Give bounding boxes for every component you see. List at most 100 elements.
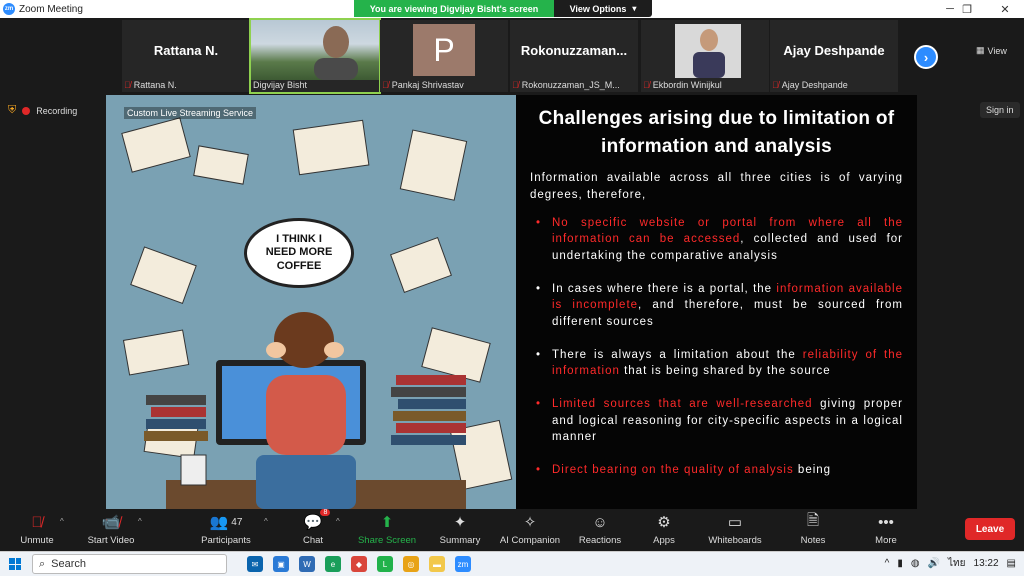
ai-companion-button[interactable]: ✧ AI Companion <box>496 511 564 551</box>
slide-intro: Information available across all three c… <box>530 172 903 202</box>
folder-app-icon[interactable]: ▬ <box>429 556 445 572</box>
window-title: Zoom Meeting <box>19 3 83 15</box>
mic-muted-icon: 🎙̸ <box>512 80 519 90</box>
start-video-button[interactable]: 📹̸ Start Video <box>82 511 140 551</box>
zoom-logo-icon: zm <box>3 3 15 15</box>
participants-label: Participants <box>201 535 251 546</box>
more-button[interactable]: ••• More <box>870 511 902 551</box>
chat-caret-icon[interactable]: ^ <box>336 517 340 526</box>
mail-app-icon[interactable]: ✉ <box>247 556 263 572</box>
close-button[interactable]: ✕ <box>990 0 1020 18</box>
view-layout-button[interactable]: ▦ View <box>976 45 1007 56</box>
participant-display-name: Ajay Deshpande <box>783 42 885 58</box>
volume-icon[interactable]: 🔊 <box>928 558 940 569</box>
slide-text-panel: Challenges arising due to limitation of … <box>516 95 917 509</box>
participants-caret-icon[interactable]: ^ <box>264 517 268 526</box>
summary-button[interactable]: ✦ Summary <box>436 511 484 551</box>
clock-time[interactable]: 13:22 <box>974 558 999 569</box>
audio-options-caret-icon[interactable]: ^ <box>60 517 64 526</box>
participant-name: Ekbordin Winijkul <box>652 80 722 90</box>
bullet-text: being <box>793 463 832 476</box>
participant-tile[interactable]: P 🎙̸ Pankaj Shrivastav <box>380 20 508 92</box>
chevron-down-icon: ▾ <box>632 4 637 13</box>
zoom-taskbar-icon[interactable]: zm <box>455 556 471 572</box>
participant-video <box>641 20 769 80</box>
slide-bullet: There is always a limitation about the r… <box>530 347 903 380</box>
ai-companion-label: AI Companion <box>499 535 561 546</box>
slide-bullet: No specific website or portal from where… <box>530 215 903 265</box>
more-label: More <box>875 535 897 546</box>
participants-button[interactable]: 👥 47 Participants <box>196 511 256 551</box>
sign-in-button[interactable]: Sign in <box>980 102 1020 118</box>
taskbar-search-box[interactable]: ⌕ Search <box>32 554 227 574</box>
participant-video <box>251 20 379 80</box>
mic-muted-icon: 🎙̸ <box>382 80 389 90</box>
windows-start-icon[interactable] <box>4 553 26 575</box>
participant-tile[interactable]: 🎙̸ Ekbordin Winijkul <box>641 20 769 92</box>
slide-bullet: Direct bearing on the quality of analysi… <box>530 462 903 479</box>
notes-icon: 🗎 <box>806 511 820 529</box>
participant-strip: Rattana N. 🎙̸ Rattana N. Digvijay Bisht P… <box>0 18 1024 94</box>
bubble-line-1: I THINK I <box>276 233 322 246</box>
recording-indicator[interactable]: ⛨ Recording <box>8 104 77 117</box>
chat-icon: 💬 8 <box>304 509 331 533</box>
notification-icon[interactable]: ▤ <box>1007 558 1016 569</box>
video-options-caret-icon[interactable]: ^ <box>138 517 142 526</box>
more-dots-icon: ••• <box>878 513 894 531</box>
reactions-button[interactable]: ☺ Reactions <box>576 511 624 551</box>
input-language[interactable]: ไทย <box>948 556 965 571</box>
apps-label: Apps <box>653 535 675 546</box>
chat-button[interactable]: 💬 8 Chat <box>298 509 331 551</box>
participant-display-name: Rokonuzzaman... <box>520 42 628 58</box>
viewing-screen-banner: You are viewing Digvijay Bisht's screen <box>354 0 554 17</box>
word-app-icon[interactable]: W <box>299 556 315 572</box>
video-off-icon: 📹̸ <box>101 514 121 531</box>
apps-button[interactable]: ⚙ Apps <box>648 511 680 551</box>
view-options-button[interactable]: View Options ▾ <box>554 0 652 17</box>
watermark-text: Custom Live Streaming Service <box>124 107 257 119</box>
whiteboards-button[interactable]: ▭ Whiteboards <box>704 511 766 551</box>
bullet-text: In cases where there is a portal, the <box>552 282 777 295</box>
slide-bullet: In cases where there is a portal, the in… <box>530 281 903 331</box>
notes-button[interactable]: 🗎 Notes <box>796 511 830 551</box>
restore-button[interactable]: ❐ <box>952 0 982 18</box>
edge-app-icon[interactable]: e <box>325 556 341 572</box>
start-video-label: Start Video <box>87 535 135 546</box>
share-screen-label: Share Screen <box>357 535 417 546</box>
next-page-arrow-icon[interactable]: › <box>914 45 938 69</box>
shield-icon: ⛨ <box>8 104 17 116</box>
participants-count: 47 <box>231 516 243 528</box>
participant-tile[interactable]: Ajay Deshpande 🎙̸ Ajay Deshpande <box>770 20 898 92</box>
cartoon-illustration <box>106 95 516 509</box>
battery-icon[interactable]: ▮ <box>897 558 903 569</box>
mic-muted-icon: 🎙̸ <box>643 80 650 90</box>
view-layout-label: View <box>987 45 1007 56</box>
participant-tile[interactable]: Rattana N. 🎙̸ Rattana N. <box>122 20 250 92</box>
mic-muted-icon: 🎙̸ <box>124 80 131 90</box>
mic-muted-icon: 🎙̸ <box>31 513 43 531</box>
leave-button[interactable]: Leave <box>965 518 1015 540</box>
meeting-toolbar: 🎙̸ Unmute ^ 📹̸ Start Video ^ 👥 47 Partici… <box>0 509 1024 551</box>
share-screen-icon: ⬆ <box>380 514 394 531</box>
participant-name: Digvijay Bisht <box>253 80 308 90</box>
shared-screen: Custom Live Streaming Service I THINK I … <box>106 95 917 509</box>
windows-taskbar: ⌕ Search ✉ ▣ W e ◆ L ◎ ▬ zm ^ ▮ ◍ 🔊 ไทย … <box>0 551 1024 576</box>
speech-bubble: I THINK I NEED MORE COFFEE <box>244 218 354 288</box>
participants-icon: 👥 <box>209 514 229 531</box>
grid-icon: ▦ <box>976 45 985 55</box>
chrome-app-icon[interactable]: ◎ <box>403 556 419 572</box>
chevron-up-icon[interactable]: ^ <box>885 558 890 569</box>
summary-label: Summary <box>439 535 481 546</box>
unmute-button[interactable]: 🎙̸ Unmute <box>14 511 60 551</box>
files-app-icon[interactable]: ◆ <box>351 556 367 572</box>
store-app-icon[interactable]: ▣ <box>273 556 289 572</box>
share-screen-button[interactable]: ⬆ Share Screen <box>356 511 418 551</box>
participant-tile-active[interactable]: Digvijay Bisht <box>249 18 381 94</box>
bullet-highlight: Limited sources that are well-researched <box>552 397 813 410</box>
whiteboard-icon: ▭ <box>727 514 743 531</box>
line-app-icon[interactable]: L <box>377 556 393 572</box>
slide-title: Challenges arising due to limitation of … <box>538 108 895 157</box>
network-icon[interactable]: ◍ <box>911 558 920 569</box>
reactions-label: Reactions <box>578 535 622 546</box>
participant-tile[interactable]: Rokonuzzaman... 🎙̸ Rokonuzzaman_JS_M... <box>510 20 638 92</box>
